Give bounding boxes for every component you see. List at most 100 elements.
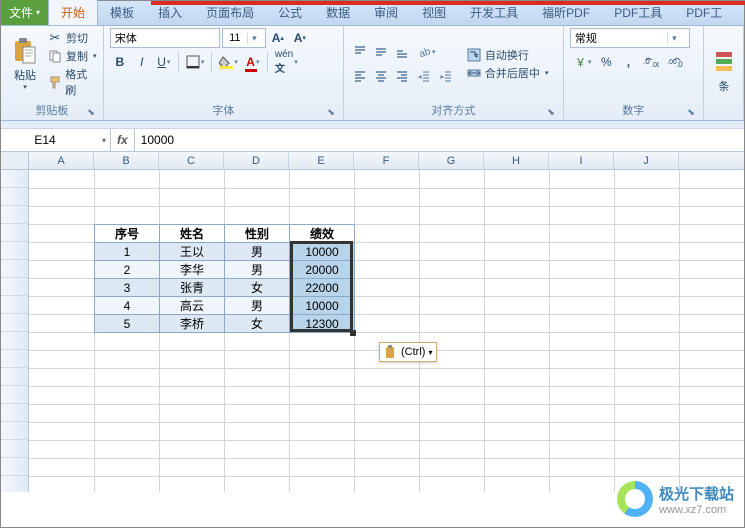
cell[interactable]: 4 [95, 297, 160, 315]
grow-font-button[interactable]: A▴ [268, 28, 288, 48]
cell[interactable]: 女 [225, 315, 290, 333]
col-header[interactable]: I [549, 152, 614, 169]
paste-options-tag[interactable]: (Ctrl) ▾ [379, 342, 437, 362]
th-gender[interactable]: 性别 [225, 225, 290, 243]
col-header[interactable]: H [484, 152, 549, 169]
cut-button[interactable]: ✂ 剪切 [47, 30, 97, 46]
row-header[interactable] [1, 242, 28, 260]
dialog-launcher-icon[interactable]: ⬊ [687, 107, 695, 118]
dialog-launcher-icon[interactable]: ⬊ [327, 107, 335, 118]
row-header[interactable] [1, 332, 28, 350]
number-format-combo[interactable]: ▾ [570, 28, 690, 48]
align-center-button[interactable] [371, 66, 391, 86]
align-left-button[interactable] [350, 66, 370, 86]
tab-templates[interactable]: 模板 [98, 0, 146, 25]
decrease-decimal-button[interactable]: .00.0 [664, 52, 686, 72]
format-painter-button[interactable]: 格式刷 [47, 66, 97, 98]
row-header[interactable] [1, 206, 28, 224]
select-all-corner[interactable] [1, 152, 29, 169]
merge-center-button[interactable]: 合并后居中▾ [466, 65, 549, 81]
number-format-input[interactable] [571, 32, 667, 44]
wrap-text-button[interactable]: 自动换行 [466, 47, 549, 63]
cell[interactable]: 22000 [290, 279, 355, 297]
cell[interactable]: 12300 [290, 315, 355, 333]
increase-indent-button[interactable] [436, 66, 456, 86]
border-button[interactable]: ▾ [183, 52, 208, 72]
fill-color-button[interactable]: ▾ [216, 52, 241, 72]
row-header[interactable] [1, 440, 28, 458]
row-header[interactable] [1, 386, 28, 404]
fx-icon[interactable]: fx [117, 133, 128, 147]
dropdown-icon[interactable]: ▾ [102, 136, 106, 145]
row-header[interactable] [1, 476, 28, 492]
dialog-launcher-icon[interactable]: ⬊ [547, 107, 555, 118]
formula-input[interactable] [141, 133, 738, 147]
cell[interactable]: 20000 [290, 261, 355, 279]
font-size-input[interactable] [223, 32, 247, 44]
name-box[interactable]: ▾ [1, 129, 111, 151]
cell[interactable]: 10000 [290, 297, 355, 315]
row-header[interactable] [1, 404, 28, 422]
cell[interactable]: 女 [225, 279, 290, 297]
cell[interactable]: 王以 [160, 243, 225, 261]
row-header[interactable] [1, 260, 28, 278]
percent-button[interactable]: % [596, 52, 616, 72]
bold-button[interactable]: B [110, 52, 130, 72]
th-name[interactable]: 姓名 [160, 225, 225, 243]
cell[interactable]: 男 [225, 261, 290, 279]
file-tab[interactable]: 文件 ▾ [1, 0, 48, 25]
col-header[interactable]: A [29, 152, 94, 169]
comma-button[interactable]: , [618, 52, 638, 72]
copy-button[interactable]: 复制▾ [47, 48, 97, 64]
italic-button[interactable]: I [132, 52, 152, 72]
underline-button[interactable]: U▾ [154, 52, 174, 72]
row-header[interactable] [1, 314, 28, 332]
increase-decimal-button[interactable]: .0.00 [640, 52, 662, 72]
row-header[interactable] [1, 296, 28, 314]
decrease-indent-button[interactable] [414, 66, 434, 86]
shrink-font-button[interactable]: A▾ [290, 28, 310, 48]
cell[interactable]: 男 [225, 243, 290, 261]
col-header[interactable]: E [289, 152, 354, 169]
align-right-button[interactable] [392, 66, 412, 86]
currency-button[interactable]: ￥▾ [570, 52, 595, 72]
col-header[interactable]: G [419, 152, 484, 169]
col-header[interactable]: J [614, 152, 679, 169]
cell[interactable]: 3 [95, 279, 160, 297]
name-box-input[interactable] [5, 133, 85, 147]
cell[interactable]: 李桥 [160, 315, 225, 333]
font-name-combo[interactable]: ▾ [110, 28, 220, 48]
font-color-button[interactable]: A▾ [243, 52, 263, 72]
cells-area[interactable]: 序号 姓名 性别 绩效 1王以男100002李华男200003张青女220004… [29, 170, 744, 492]
col-header[interactable]: B [94, 152, 159, 169]
align-top-button[interactable] [350, 42, 370, 62]
col-header[interactable]: D [224, 152, 289, 169]
tab-home[interactable]: 开始 [48, 0, 98, 25]
cell[interactable]: 李华 [160, 261, 225, 279]
cell[interactable]: 高云 [160, 297, 225, 315]
paste-button[interactable]: 粘贴 ▾ [7, 28, 43, 100]
row-header[interactable] [1, 422, 28, 440]
row-header[interactable] [1, 278, 28, 296]
dialog-launcher-icon[interactable]: ⬊ [87, 107, 95, 118]
row-header[interactable] [1, 170, 28, 188]
dropdown-icon[interactable]: ▾ [667, 33, 681, 44]
col-header[interactable]: C [159, 152, 224, 169]
phonetic-button[interactable]: wén文▾ [272, 52, 301, 72]
cell[interactable]: 男 [225, 297, 290, 315]
align-bottom-button[interactable] [392, 42, 412, 62]
row-header[interactable] [1, 368, 28, 386]
col-header[interactable]: F [354, 152, 419, 169]
cell[interactable]: 5 [95, 315, 160, 333]
dropdown-icon[interactable]: ▾ [247, 33, 261, 44]
cell[interactable]: 1 [95, 243, 160, 261]
fill-handle[interactable] [350, 330, 356, 336]
orientation-button[interactable]: ab▾ [414, 42, 439, 62]
row-header[interactable] [1, 224, 28, 242]
th-perf[interactable]: 绩效 [290, 225, 355, 243]
row-header[interactable] [1, 188, 28, 206]
cell[interactable]: 10000 [290, 243, 355, 261]
spreadsheet-grid[interactable]: A B C D E F G H I J 序号 姓名 性别 绩效 1王以男1000… [1, 152, 744, 492]
th-seq[interactable]: 序号 [95, 225, 160, 243]
font-size-combo[interactable]: ▾ [222, 28, 266, 48]
